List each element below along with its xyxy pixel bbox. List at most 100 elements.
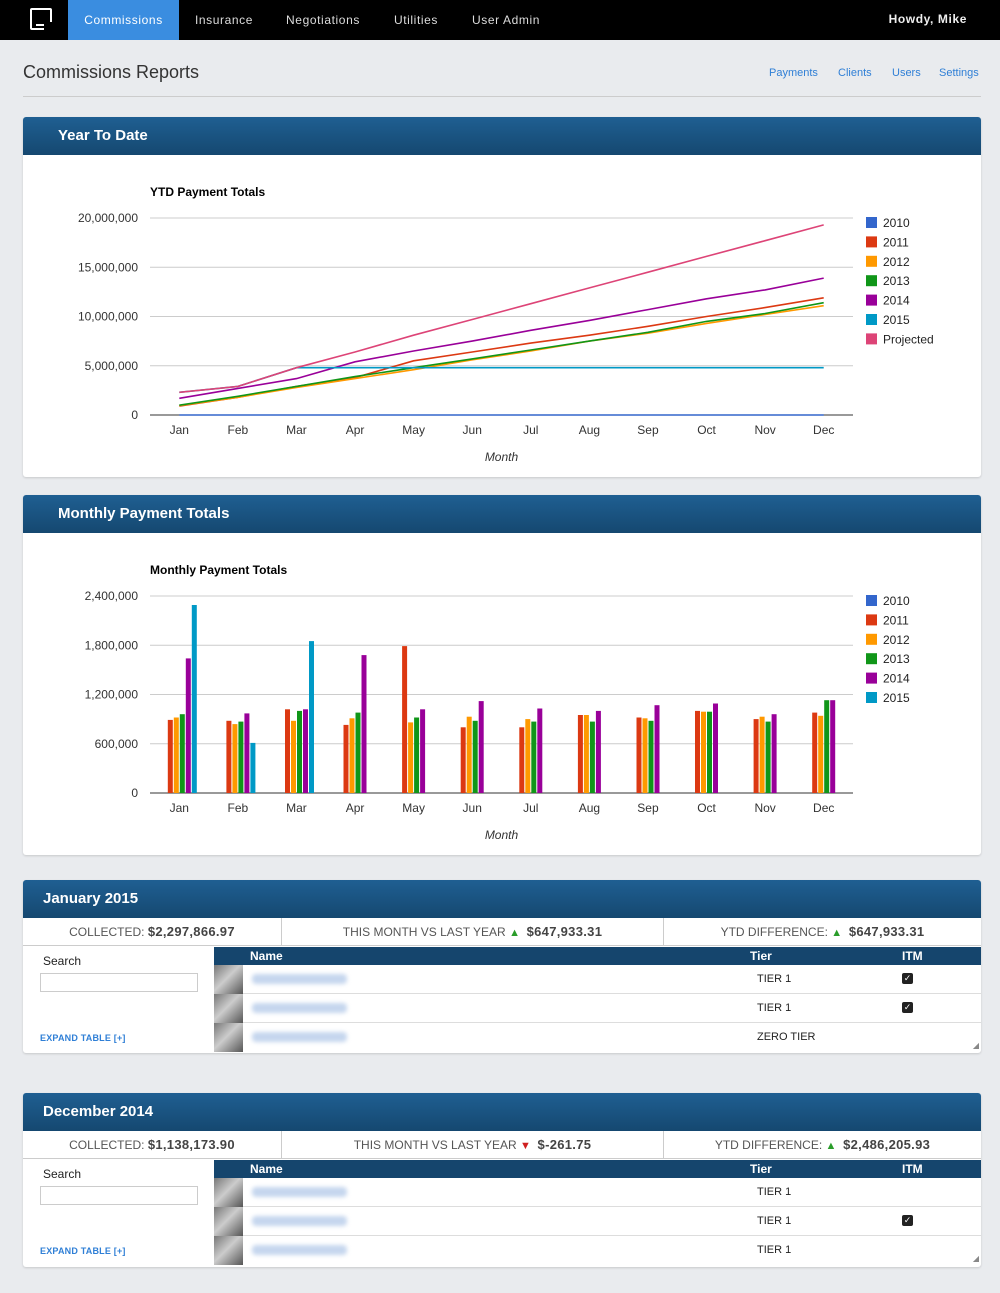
bar-2012-oct — [701, 711, 706, 793]
collected-summary: COLLECTED: $1,138,173.90 — [23, 1131, 282, 1159]
top-navigation: Commissions Insurance Negotiations Utili… — [0, 0, 1000, 40]
bar-2014-apr — [361, 655, 367, 793]
column-itm[interactable]: ITM — [902, 1162, 923, 1176]
vs-label: THIS MONTH VS LAST YEAR — [342, 925, 506, 939]
client-name-redacted[interactable] — [252, 1187, 347, 1197]
x-tick-label: Jul — [523, 801, 538, 815]
tier-cell: TIER 1 — [757, 1215, 792, 1227]
bar-2012-aug — [583, 715, 589, 793]
month-panel-dec2014: December 2014 COLLECTED: $1,138,173.90 T… — [23, 1093, 981, 1267]
search-label: Search — [43, 1167, 82, 1181]
legend-swatch-2014 — [866, 294, 877, 306]
table-row[interactable]: ZERO TIER ◢ — [214, 1023, 981, 1052]
link-settings[interactable]: Settings — [939, 67, 979, 79]
header-divider — [23, 96, 981, 97]
ytd-panel: Year To Date YTD Payment Totals 0 5,000,00… — [23, 117, 981, 477]
month-panel-jan2015: January 2015 COLLECTED: $2,297,866.97 TH… — [23, 880, 981, 1053]
column-itm[interactable]: ITM — [902, 949, 923, 963]
legend-label-2012: 2012 — [883, 633, 910, 647]
x-tick-label: May — [402, 423, 425, 437]
column-name[interactable]: Name — [250, 949, 283, 963]
y-tick-label: 1,800,000 — [85, 638, 139, 652]
x-tick-label: Mar — [286, 801, 307, 815]
bar-2014-jul — [537, 708, 543, 793]
client-name-redacted[interactable] — [252, 1245, 347, 1255]
bar-2014-aug — [595, 710, 601, 793]
ytd-value: $647,933.31 — [848, 924, 925, 939]
bar-2015-mar — [309, 641, 314, 793]
x-tick-label: Jan — [170, 801, 189, 815]
bar-2014-jan — [185, 658, 191, 793]
nav-commissions[interactable]: Commissions — [68, 0, 179, 40]
x-tick-label: Jun — [463, 423, 482, 437]
arrow-up-icon: ▲ — [509, 927, 520, 939]
series-line-2013 — [179, 301, 824, 406]
bar-2011-jul — [519, 727, 525, 793]
monthly-panel: Monthly Payment Totals Monthly Payment T… — [23, 495, 981, 855]
monthly-bar-chart: Monthly Payment Totals 0 600,000 1,200,000 1… — [85, 563, 910, 842]
column-tier[interactable]: Tier — [750, 949, 772, 963]
client-name-redacted[interactable] — [252, 1032, 347, 1042]
legend-swatch-2011 — [866, 614, 877, 626]
arrow-up-icon: ▲ — [831, 927, 843, 939]
client-name-redacted[interactable] — [252, 974, 347, 984]
y-tick-label: 15,000,000 — [78, 260, 138, 274]
legend-label-2011: 2011 — [883, 235, 909, 249]
table-row[interactable]: TIER 1 — [214, 1178, 981, 1207]
itm-checkbox[interactable]: ✓ — [902, 1002, 913, 1013]
ytd-line-chart: YTD Payment Totals 0 5,000,000 10,000,000 15… — [78, 185, 934, 464]
vs-value: $647,933.31 — [526, 924, 603, 939]
link-users[interactable]: Users — [892, 67, 921, 79]
column-name[interactable]: Name — [250, 1162, 283, 1176]
nav-utilities[interactable]: Utilities — [377, 0, 455, 40]
legend-swatch-2010 — [866, 217, 877, 228]
nav-user-admin[interactable]: User Admin — [455, 0, 557, 40]
collected-label: COLLECTED: — [69, 1138, 145, 1152]
summary-strip: COLLECTED: $2,297,866.97 THIS MONTH VS L… — [23, 918, 981, 946]
user-greeting[interactable]: Howdy, Mike — [889, 0, 967, 38]
table-row[interactable]: TIER 1 ✓ — [214, 994, 981, 1023]
client-name-redacted[interactable] — [252, 1216, 347, 1226]
x-tick-label: May — [402, 801, 425, 815]
search-input[interactable] — [40, 973, 198, 992]
x-tick-label: Nov — [754, 423, 775, 437]
tier-cell: TIER 1 — [757, 1186, 792, 1198]
nav-insurance[interactable]: Insurance — [179, 0, 269, 40]
legend-swatch-2015 — [866, 314, 877, 325]
tier-cell: TIER 1 — [757, 973, 792, 985]
chart-title: YTD Payment Totals — [150, 185, 265, 199]
nav-negotiations[interactable]: Negotiations — [269, 0, 377, 40]
collected-summary: COLLECTED: $2,297,866.97 — [23, 918, 282, 946]
expand-table-link[interactable]: EXPAND TABLE [+] — [40, 1246, 126, 1256]
bar-2012-jun — [466, 716, 472, 793]
table-row[interactable]: TIER 1 ✓ — [214, 1207, 981, 1236]
client-name-redacted[interactable] — [252, 1003, 347, 1013]
legend-label-2012: 2012 — [883, 255, 910, 269]
bar-2014-jun — [478, 701, 484, 793]
link-payments[interactable]: Payments — [769, 67, 818, 79]
table-row[interactable]: TIER 1 ◢ — [214, 1236, 981, 1265]
resize-handle-icon[interactable]: ◢ — [973, 1254, 979, 1263]
bar-2011-may — [402, 646, 408, 793]
bar-2013-may — [414, 717, 420, 793]
link-clients[interactable]: Clients — [838, 67, 872, 79]
column-tier[interactable]: Tier — [750, 1162, 772, 1176]
x-tick-label: Oct — [697, 801, 716, 815]
collected-value: $1,138,173.90 — [147, 1137, 235, 1152]
x-tick-label: Aug — [579, 423, 600, 437]
summary-strip: COLLECTED: $1,138,173.90 THIS MONTH VS L… — [23, 1131, 981, 1159]
y-tick-label: 10,000,000 — [78, 310, 138, 324]
table-row[interactable]: TIER 1 ✓ — [214, 965, 981, 994]
bar-2012-apr — [349, 718, 355, 793]
monthly-panel-title: Monthly Payment Totals — [23, 495, 981, 533]
bar-2011-apr — [343, 724, 349, 793]
x-tick-label: Jan — [170, 423, 189, 437]
resize-handle-icon[interactable]: ◢ — [973, 1041, 979, 1050]
expand-table-link[interactable]: EXPAND TABLE [+] — [40, 1033, 126, 1043]
itm-checkbox[interactable]: ✓ — [902, 1215, 913, 1226]
search-input[interactable] — [40, 1186, 198, 1205]
x-tick-label: Dec — [813, 423, 834, 437]
itm-checkbox[interactable]: ✓ — [902, 973, 913, 984]
logo-icon[interactable] — [30, 8, 52, 30]
vs-value: $-261.75 — [537, 1137, 592, 1152]
